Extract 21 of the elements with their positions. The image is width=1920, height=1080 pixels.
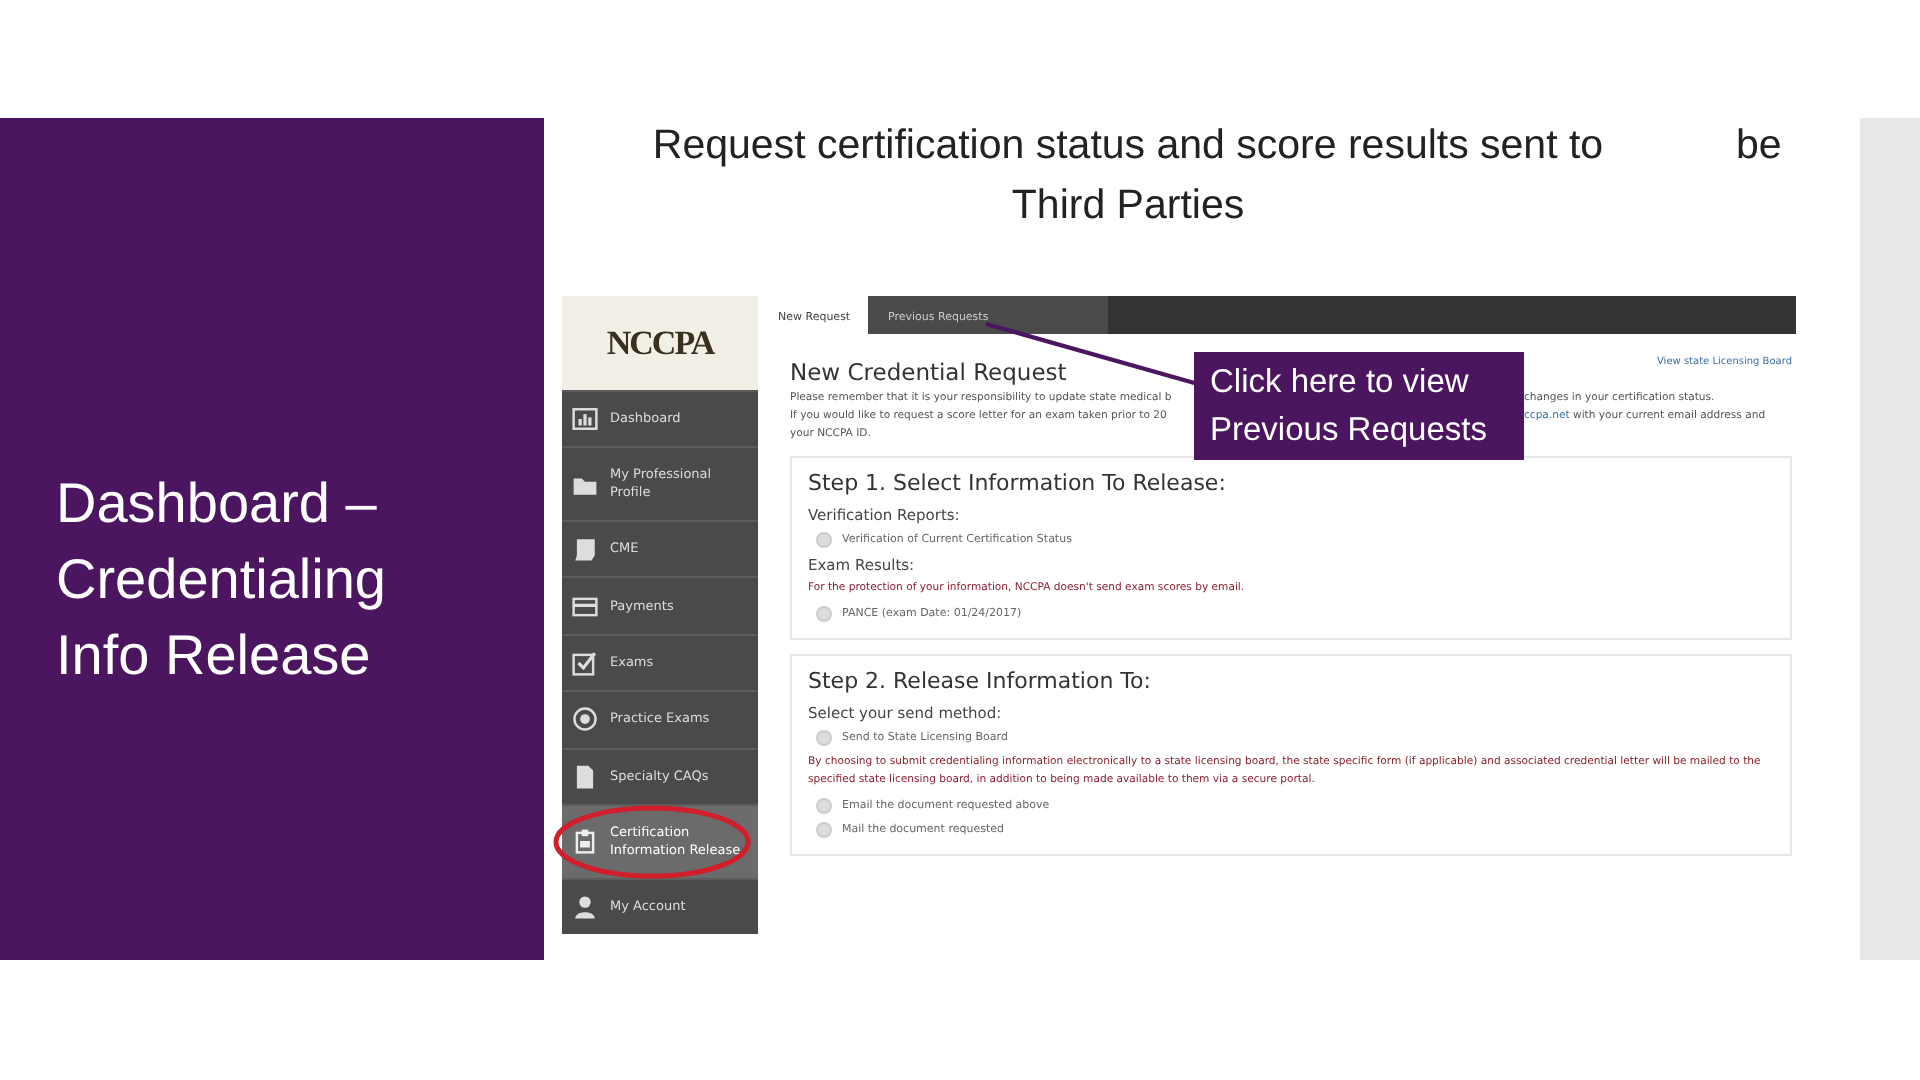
document-icon — [572, 763, 598, 790]
page-heading: New Credential Request — [790, 358, 1067, 386]
card-icon — [572, 593, 598, 620]
radio-button[interactable] — [816, 606, 832, 622]
radio-button[interactable] — [816, 730, 832, 746]
target-icon — [572, 706, 598, 733]
chart-icon — [572, 406, 598, 433]
title-fragment: be — [1736, 120, 1782, 172]
slide-title: Request certification status and score results sent to Third Parties — [650, 120, 1606, 232]
step-title: Step 2. Release Information To: — [808, 668, 1153, 694]
logo: NCCPA — [606, 323, 714, 363]
badge-icon — [572, 828, 598, 855]
radio-button[interactable] — [816, 532, 832, 548]
radio-button[interactable] — [816, 822, 832, 838]
slide-heading: Dashboard – Credentialing Info Release — [56, 469, 388, 689]
person-icon — [572, 893, 598, 920]
checkbox-icon — [572, 649, 598, 676]
book-icon — [572, 536, 598, 563]
callout-text: Click here to view Previous Requests — [1194, 352, 1524, 460]
radio-button[interactable] — [816, 798, 832, 814]
step-title: Step 1. Select Information To Release: — [808, 470, 1228, 496]
